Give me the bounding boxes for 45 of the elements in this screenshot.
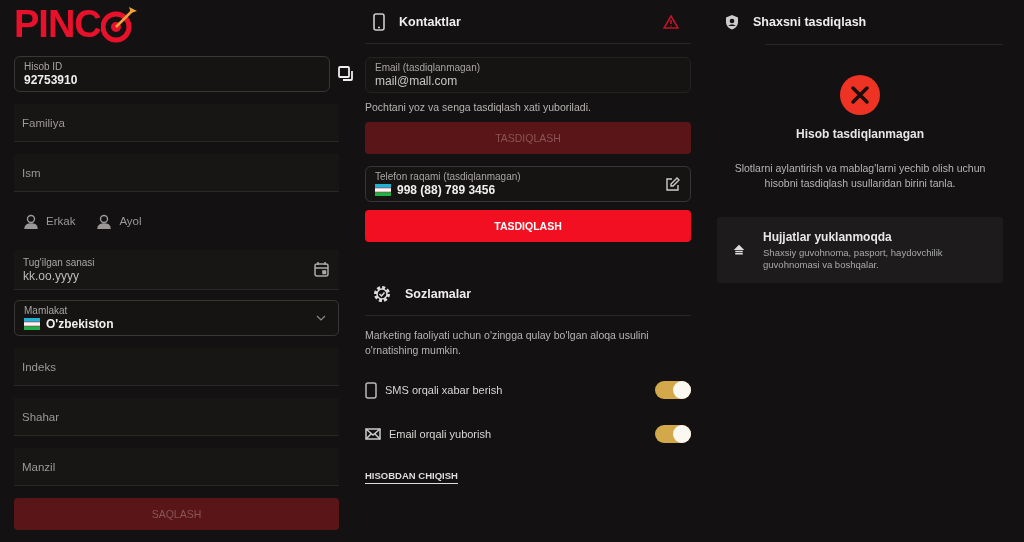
error-icon: [840, 75, 880, 115]
text-field[interactable]: Manzil: [14, 448, 339, 486]
logo: PINC: [14, 5, 101, 43]
upload-icon: [733, 242, 746, 258]
shield-icon: [725, 14, 739, 30]
settings-description: Marketing faoliyati uchun o'zingga qulay bo'lgan aloqa usulini o'rnatishing mumkin.: [365, 328, 650, 358]
section-title: Kontaktlar: [399, 14, 462, 29]
text-field[interactable]: Shahar: [14, 398, 339, 436]
phone-icon: [365, 381, 377, 399]
upload-option[interactable]: Hujjatlar yuklanmoqda Shaxsiy guvohnoma, pasport, haydovchilik guvohnomasi va boshqalar.: [717, 217, 1003, 283]
flag-icon: [375, 184, 391, 196]
date-field[interactable]: Tug'ilgan sanasi kk.oo.yyyy: [14, 250, 339, 290]
envelope-icon: [365, 428, 381, 440]
phone-icon: [373, 12, 385, 31]
toggle-switch[interactable]: [655, 381, 691, 399]
person-icon: [24, 213, 38, 229]
phone-field[interactable]: Telefon raqami (tasdiqlanmagan) 998 (88) 789 3456: [365, 166, 691, 202]
target-icon: [100, 5, 137, 43]
email-field[interactable]: Email (tasdiqlanmagan) mail@mall.com: [365, 57, 691, 93]
person-icon: [97, 213, 112, 229]
status-title: Hisob tasdiqlanmagan: [796, 127, 924, 141]
calendar-icon: [314, 262, 329, 277]
account-id-field[interactable]: Hisob ID 92753910: [14, 56, 330, 92]
copy-icon[interactable]: [338, 66, 354, 82]
toggle-switch[interactable]: [655, 425, 691, 443]
edit-icon[interactable]: [665, 177, 680, 192]
toggle-label: Email orqali yuborish: [389, 428, 493, 440]
toggle-label: SMS orqali xabar berish: [385, 384, 504, 396]
flag-icon: [24, 318, 40, 330]
chevron-icon: [316, 315, 326, 321]
gender-option[interactable]: Erkak: [24, 213, 76, 229]
section-title: Shaxsni tasdiqlash: [753, 15, 868, 29]
section-title: Sozlamalar: [405, 286, 472, 301]
text-field[interactable]: Ism: [14, 154, 339, 192]
logout-link[interactable]: HISOBDAN CHIQISH: [365, 470, 458, 484]
country-select[interactable]: Mamlakat O'zbekiston: [14, 300, 339, 336]
confirm-button[interactable]: TASDIQLASH: [365, 210, 691, 242]
option-title: Hujjatlar yuklanmoqda: [763, 229, 893, 244]
text-field[interactable]: Familiya: [14, 104, 339, 142]
option-description: Shaxsiy guvohnoma, pasport, haydovchilik guvohnomasi va boshqalar.: [763, 246, 944, 271]
email-hint: Pochtani yoz va senga tasdiqlash xati yuboriladi.: [365, 100, 592, 115]
gear-icon: [373, 284, 391, 303]
gender-option[interactable]: Ayol: [97, 213, 142, 229]
verification-description: Slotlarni aylantirish va mablag'larni yechib olish uchun hisobni tasdiqlash usullaridan birini tanla.: [733, 161, 987, 191]
text-field[interactable]: Indeks: [14, 348, 339, 386]
